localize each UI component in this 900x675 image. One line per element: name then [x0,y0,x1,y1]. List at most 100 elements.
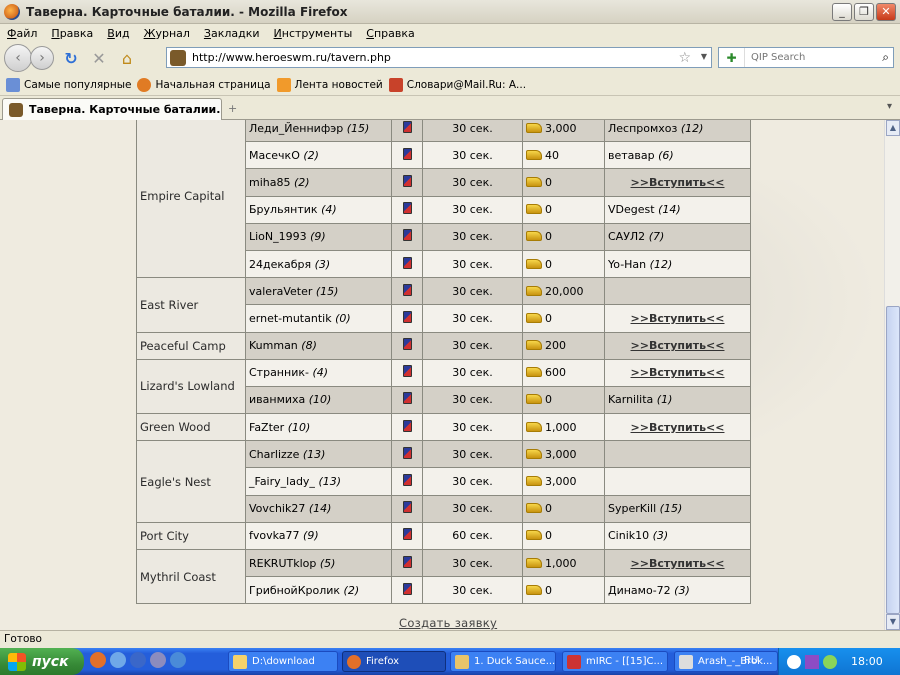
create-request-link[interactable]: Создать заявку [399,616,497,630]
tray-player-icon[interactable] [805,654,819,669]
url-bar[interactable]: ☆ ▼ [166,47,712,68]
search-engine-icon[interactable]: ✚ [719,48,745,67]
opponent-cell: >>Вступить<< [604,548,751,578]
opponent-name[interactable]: Леспромхоз [608,122,677,135]
menu-tools[interactable]: Инструменты [267,27,360,40]
url-input[interactable] [192,51,672,64]
menu-history[interactable]: Журнал [137,27,197,40]
join-button[interactable]: >>Вступить<< [608,421,747,434]
tray-app-icon[interactable] [787,654,801,669]
player-name[interactable]: LioN_1993 [249,230,307,243]
menu-view[interactable]: Вид [100,27,136,40]
player-name[interactable]: Брульянтик [249,203,318,216]
taskbar-firefox[interactable]: Firefox [342,651,446,672]
close-button[interactable]: ✕ [876,3,896,21]
search-box[interactable]: ✚ ⌕ [718,47,894,68]
url-dropdown-icon[interactable]: ▼ [701,52,707,61]
bet-cell: 0 [522,195,605,224]
scroll-down-icon[interactable]: ▼ [886,614,900,630]
start-button[interactable]: пуск [0,648,84,675]
new-tab-button[interactable]: + [228,102,237,115]
join-button[interactable]: >>Вступить<< [608,339,747,352]
stop-icon[interactable]: ✕ [88,47,110,69]
opponent-level: (15) [659,502,683,516]
messenger-quicklaunch-icon[interactable] [170,652,186,668]
bookmark-news-feed[interactable]: Лента новостей [276,77,383,92]
bet-cell: 200 [522,331,605,360]
firefox-quicklaunch-icon[interactable] [90,652,106,668]
card-deck-icon [402,229,412,242]
join-button[interactable]: >>Вступить<< [608,176,747,189]
player-level: (13) [318,475,342,489]
forward-button[interactable]: › [30,46,54,70]
player-name[interactable]: ГрибнойКролик [249,584,340,597]
player-name[interactable]: ernet-mutantik [249,312,332,325]
card-deck-icon [402,310,412,323]
taskbar-download-folder[interactable]: D:\download [228,651,338,672]
player-name[interactable]: Charlizze [249,448,299,461]
ie-quicklaunch-icon[interactable] [110,652,126,668]
menu-bookmarks[interactable]: Закладки [197,27,267,40]
opponent-name[interactable]: Karnilita [608,393,653,406]
taskbar-duck-sauce[interactable]: 1. Duck Sauce... [450,651,556,672]
opponent-name[interactable]: Динамо-72 [608,584,671,597]
player-name[interactable]: 24декабря [249,258,311,271]
reload-icon[interactable]: ↻ [60,47,82,69]
player-name[interactable]: miha85 [249,176,290,189]
player-name[interactable]: Kumman [249,339,298,352]
player-name[interactable]: FaZter [249,421,284,434]
opponent-name[interactable]: VDegest [608,203,655,216]
player-name[interactable]: МасечкО [249,149,300,162]
opponent-name[interactable]: ветавар [608,149,655,162]
tab-list-icon[interactable]: ▾ [887,101,892,112]
vertical-scrollbar[interactable]: ▲ ▼ [884,120,900,630]
back-button[interactable]: ‹ [4,44,32,72]
player-name[interactable]: Vovchik27 [249,502,305,515]
card-cell [391,385,423,415]
menu-edit[interactable]: Правка [44,27,100,40]
bookmark-most-popular[interactable]: Самые популярные [6,77,131,92]
bet-amount: 0 [545,311,552,325]
player-name[interactable]: Странник- [249,366,309,379]
music-icon [455,654,469,669]
player-name[interactable]: REKRUTklop [249,557,316,570]
opponent-name[interactable]: САУЛ2 [608,230,645,243]
opponent-name[interactable]: Yo-Han [608,258,646,271]
player-name[interactable]: Леди_Йеннифэр [249,122,343,135]
taskbar-mirc[interactable]: mIRC - [[15]C... [562,651,668,672]
skype-quicklaunch-icon[interactable] [150,652,166,668]
join-button[interactable]: >>Вступить<< [608,366,747,379]
player-name[interactable]: fvovka77 [249,529,300,542]
outlook-quicklaunch-icon[interactable] [130,652,146,668]
gold-icon [526,584,542,595]
menu-file[interactable]: Файл [0,27,44,40]
tray-network-icon[interactable] [823,654,837,669]
restore-button[interactable]: ❐ [854,3,874,21]
home-icon[interactable]: ⌂ [116,47,138,69]
player-level: (2) [343,583,360,597]
menu-help[interactable]: Справка [359,27,421,40]
join-button[interactable]: >>Вступить<< [608,557,747,570]
opponent-name[interactable]: Cinik10 [608,529,649,542]
bookmark-start-page[interactable]: Начальная страница [137,77,271,92]
bookmark-dictionaries[interactable]: Словари@Mail.Ru: А... [388,77,526,92]
search-icon[interactable]: ⌕ [882,50,889,65]
language-indicator[interactable]: RU [744,655,758,666]
opponent-name[interactable]: SyperKill [608,502,656,515]
taskbar-arash[interactable]: Arash_-_Brok... [674,651,778,672]
search-input[interactable] [751,52,871,63]
minimize-button[interactable]: _ [832,3,852,21]
player-cell: Kumman (8) [245,331,392,360]
location-cell: Lizard's Lowland [136,358,246,415]
join-button[interactable]: >>Вступить<< [608,312,747,325]
scroll-up-icon[interactable]: ▲ [886,120,900,136]
player-name[interactable]: иванмиха [249,393,305,406]
scroll-thumb[interactable] [886,306,900,614]
bookmark-star-icon[interactable]: ☆ [678,50,691,66]
player-name[interactable]: _Fairy_lady_ [249,475,315,488]
card-cell [391,548,423,578]
player-name[interactable]: valeraVeter [249,285,312,298]
card-cell [391,521,423,551]
player-cell: valeraVeter (15) [245,277,392,306]
tab-tavern[interactable]: Таверна. Карточные баталии. [2,98,222,120]
